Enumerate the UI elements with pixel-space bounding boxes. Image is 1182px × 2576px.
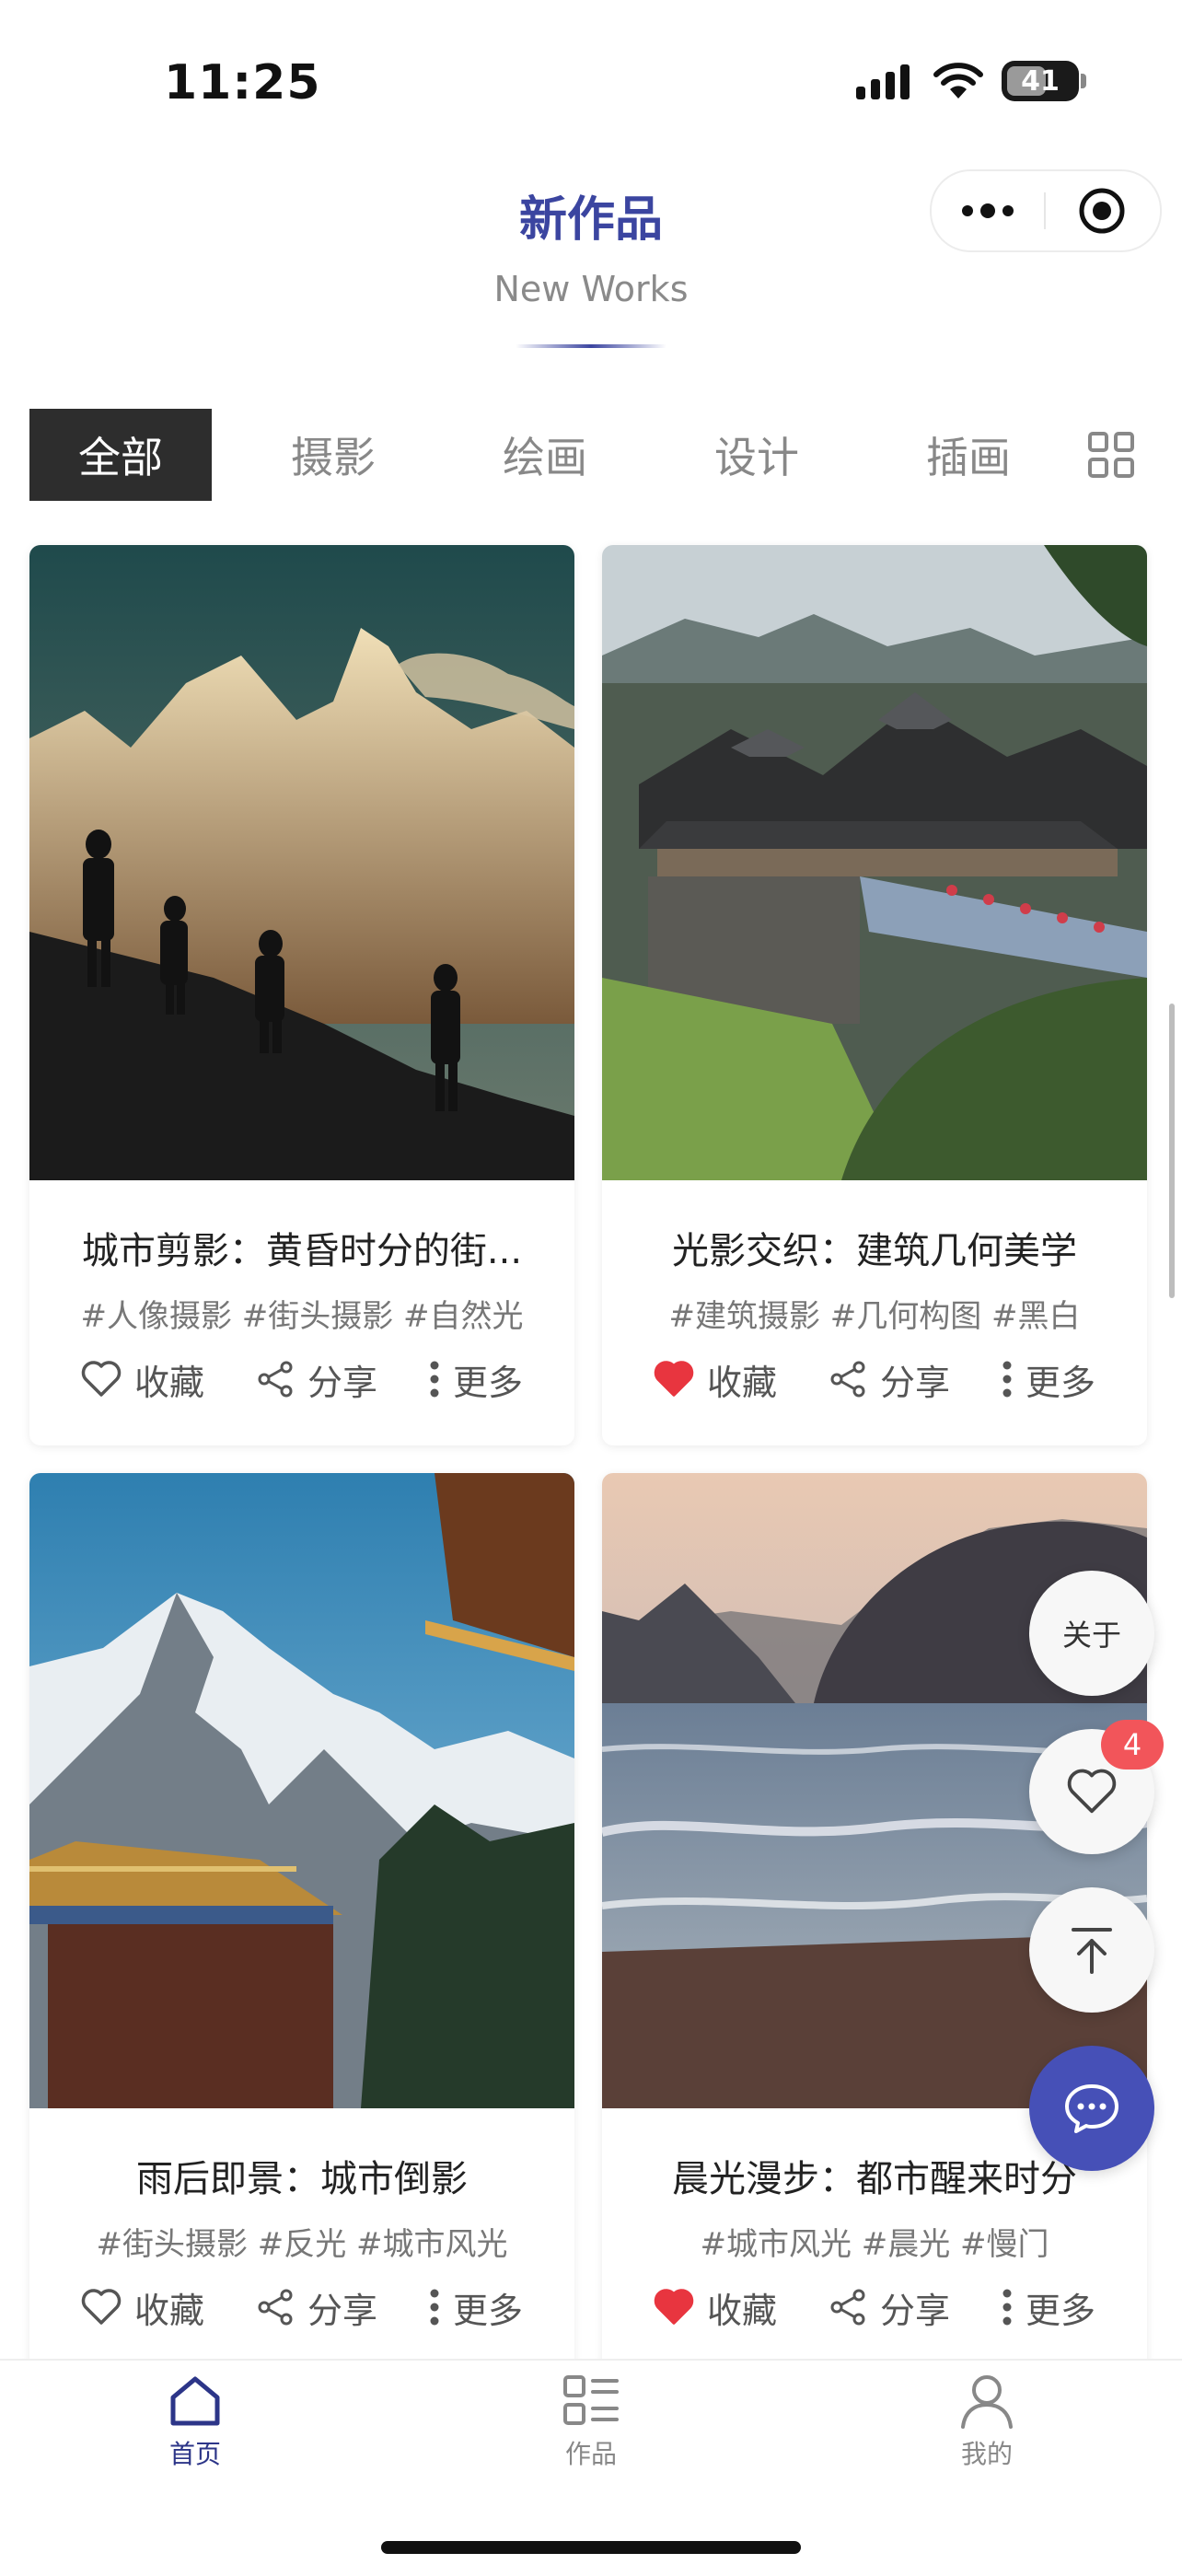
status-time: 11:25: [164, 55, 321, 110]
nav-works[interactable]: 作品: [499, 2373, 683, 2471]
card-tags: #建筑摄影 #几何构图 #黑白: [668, 1298, 1081, 1335]
share-label: 分享: [879, 2290, 950, 2331]
more-button[interactable]: 更多: [429, 1354, 523, 1405]
share-label: 分享: [307, 2290, 377, 2331]
chat-bubble-icon: [1065, 2084, 1118, 2133]
battery-level: 41: [1021, 64, 1060, 98]
heart-outline-icon: [81, 2289, 122, 2325]
card-title[interactable]: 雨后即景：城市倒影: [29, 2149, 574, 2202]
nav-works-label: 作品: [564, 2439, 617, 2469]
mini-program-capsule: [930, 169, 1162, 252]
more-button[interactable]: 更多: [1002, 1354, 1095, 1405]
share-icon: [830, 2289, 865, 2326]
favorites-count-badge: 4: [1101, 1720, 1164, 1770]
nav-home[interactable]: 首页: [103, 2373, 287, 2471]
favorite-button[interactable]: 收藏: [654, 1354, 777, 1405]
page-subtitle: New Works: [493, 269, 689, 309]
card-actions: 收藏 分享 更多: [602, 2280, 1147, 2335]
more-button[interactable]: 更多: [1002, 2282, 1095, 2333]
favorite-button[interactable]: 收藏: [81, 2282, 204, 2333]
tab-illustration[interactable]: 插画: [876, 409, 1060, 501]
about-button[interactable]: 关于: [1029, 1571, 1154, 1696]
heart-outline-icon: [81, 1361, 122, 1397]
works-list-icon: [563, 2375, 619, 2425]
status-icons: 41: [856, 61, 1086, 101]
wifi-icon: [933, 63, 983, 99]
favorite-label: 收藏: [133, 1362, 204, 1403]
favorites-button[interactable]: 4: [1029, 1720, 1164, 1854]
share-label: 分享: [307, 1362, 377, 1403]
favorite-label: 收藏: [706, 2290, 777, 2331]
work-card[interactable]: 雨后即景：城市倒影 #街头摄影 #反光 #城市风光 收藏 分享 更多: [29, 1473, 574, 2385]
share-button[interactable]: 分享: [256, 2282, 377, 2333]
more-label: 更多: [1025, 1362, 1095, 1403]
nav-home-label: 首页: [168, 2439, 221, 2469]
heart-filled-icon: [654, 1361, 694, 1397]
more-label: 更多: [452, 1362, 523, 1403]
scrollbar[interactable]: [1169, 1004, 1175, 1298]
more-label: 更多: [452, 2290, 523, 2331]
more-vertical-icon: [1002, 1361, 1012, 1398]
work-photo-wind-rain-bridge[interactable]: [602, 545, 1147, 1180]
card-actions: 收藏 分享 更多: [602, 1352, 1147, 1407]
work-card[interactable]: 光影交织：建筑几何美学 #建筑摄影 #几何构图 #黑白 收藏 分享 更多: [602, 545, 1147, 1445]
category-tabs: 全部 摄影 绘画 设计 插画: [29, 409, 1153, 501]
nav-profile-label: 我的: [960, 2439, 1013, 2469]
grid-view-icon[interactable]: [1070, 409, 1153, 501]
more-vertical-icon: [430, 1361, 439, 1398]
arrow-up-to-top-icon: [1072, 1928, 1112, 1974]
title-underline: [516, 344, 666, 348]
heart-outline-icon: [1067, 1769, 1117, 1814]
share-icon: [258, 2289, 293, 2326]
card-actions: 收藏 分享 更多: [29, 2280, 574, 2335]
ellipsis-icon[interactable]: [932, 202, 1044, 220]
card-title[interactable]: 光影交织：建筑几何美学: [602, 1221, 1147, 1274]
nav-profile[interactable]: 我的: [895, 2373, 1079, 2471]
card-tags: #人像摄影 #街头摄影 #自然光: [80, 1298, 524, 1335]
work-photo-mountain-silhouette[interactable]: [29, 545, 574, 1180]
card-tags: #街头摄影 #反光 #城市风光: [96, 2226, 508, 2263]
chat-button[interactable]: [1029, 2046, 1154, 2171]
share-button[interactable]: 分享: [829, 1354, 950, 1405]
more-button[interactable]: 更多: [429, 2282, 523, 2333]
home-icon: [170, 2376, 220, 2426]
profile-icon: [961, 2375, 1013, 2429]
card-tags: #城市风光 #晨光 #慢门: [700, 2226, 1049, 2263]
card-title[interactable]: 城市剪影：黄昏时分的街...: [29, 1221, 574, 1274]
share-icon: [830, 1361, 865, 1398]
card-actions: 收藏 分享 更多: [29, 1352, 574, 1407]
home-indicator: [381, 2541, 801, 2554]
share-label: 分享: [879, 1362, 950, 1403]
share-button[interactable]: 分享: [829, 2282, 950, 2333]
battery-icon: 41: [1002, 61, 1086, 101]
tab-design[interactable]: 设计: [665, 409, 849, 501]
heart-filled-icon: [654, 2289, 694, 2325]
tab-all[interactable]: 全部: [29, 409, 212, 501]
more-vertical-icon: [430, 2289, 439, 2326]
favorite-button[interactable]: 收藏: [81, 1354, 204, 1405]
share-button[interactable]: 分享: [256, 1354, 377, 1405]
tab-painting[interactable]: 绘画: [453, 409, 637, 501]
signal-icon: [856, 64, 910, 99]
favorite-label: 收藏: [133, 2290, 204, 2331]
favorite-button[interactable]: 收藏: [654, 2282, 777, 2333]
work-card[interactable]: 城市剪影：黄昏时分的街... #人像摄影 #街头摄影 #自然光 收藏 分享 更多: [29, 545, 574, 1445]
target-icon[interactable]: [1046, 187, 1158, 235]
more-vertical-icon: [1002, 2289, 1012, 2326]
more-label: 更多: [1025, 2290, 1095, 2331]
tab-photography[interactable]: 摄影: [241, 409, 425, 501]
back-to-top-button[interactable]: [1029, 1887, 1154, 2013]
work-photo-snow-mountain-temple[interactable]: [29, 1473, 574, 2108]
share-icon: [258, 1361, 293, 1398]
favorite-label: 收藏: [706, 1362, 777, 1403]
